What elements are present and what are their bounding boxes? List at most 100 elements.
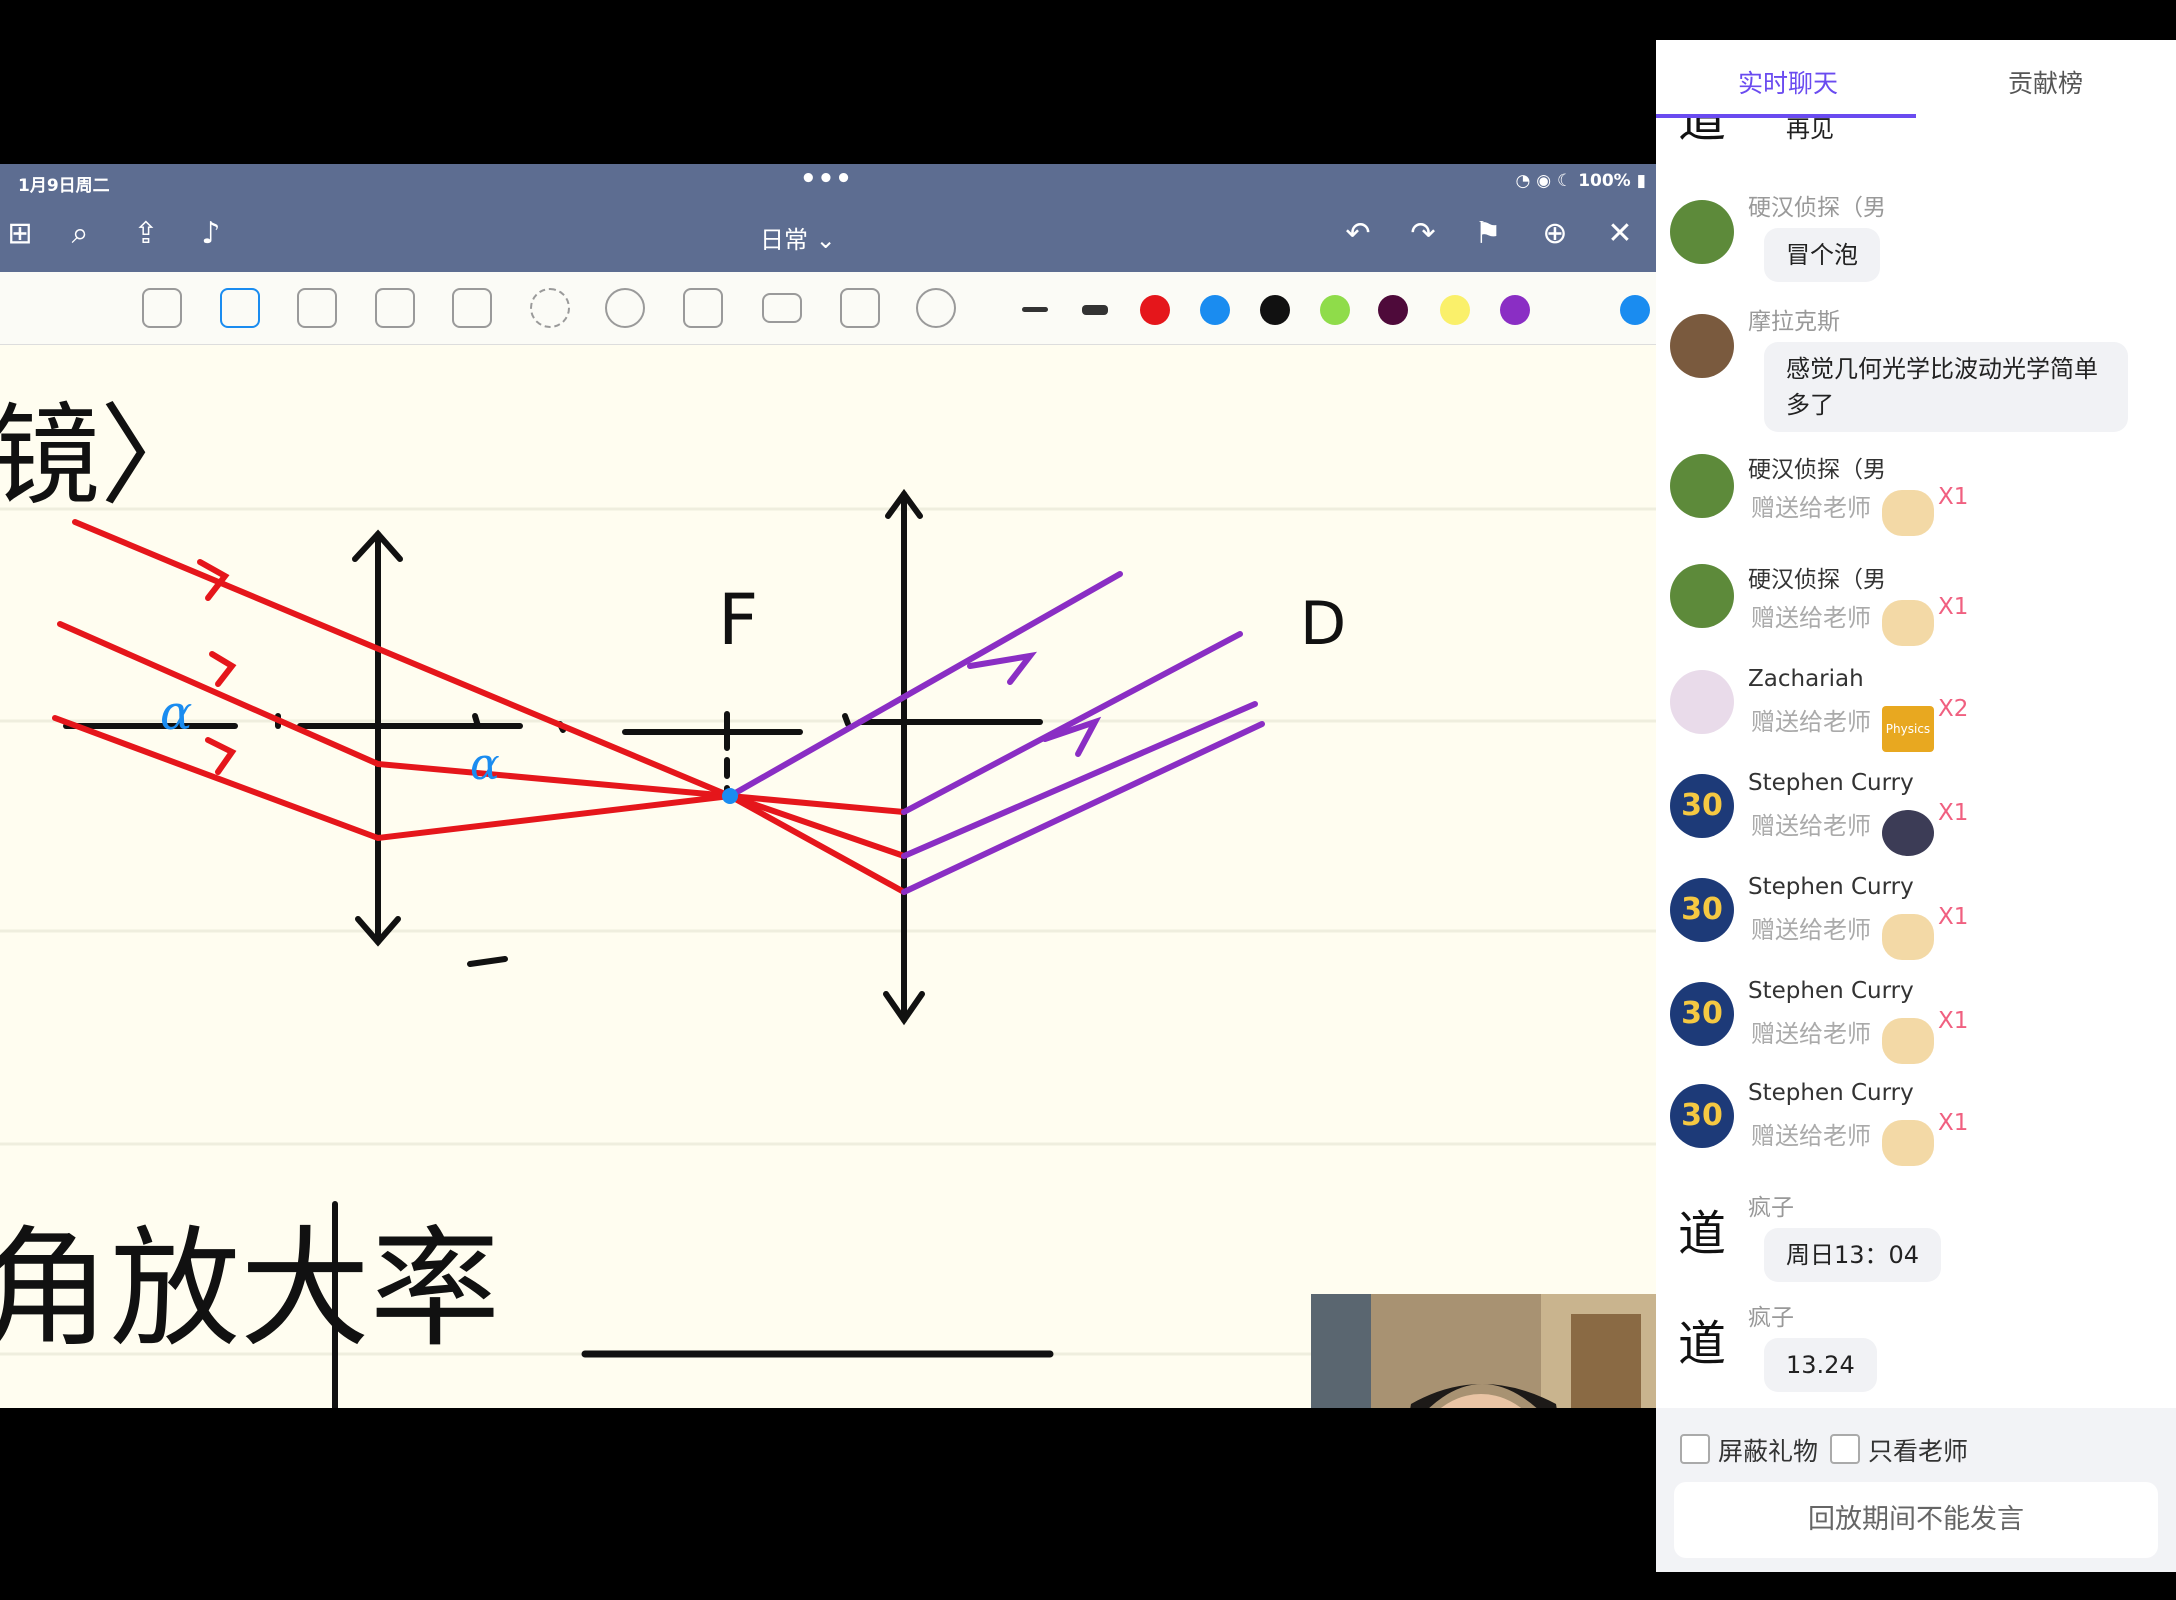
gift-count: X1	[1938, 1110, 1969, 1136]
avatar[interactable]: 道	[1670, 118, 1734, 152]
gift-count: X1	[1938, 484, 1969, 510]
board-heading: 镜〉	[0, 392, 210, 520]
document-title[interactable]: 日常 ⌄	[760, 220, 836, 255]
chat-bottom-strip	[1656, 1572, 2176, 1600]
teacher-only-checkbox[interactable]	[1830, 1434, 1860, 1464]
search-icon[interactable]: ⌕	[62, 216, 98, 252]
tab-live-chat[interactable]: 实时聊天	[1738, 64, 1838, 100]
gift-count: X2	[1938, 696, 1969, 722]
shapes-icon[interactable]	[452, 288, 492, 328]
sticker-icon[interactable]	[605, 288, 645, 328]
label-focus-F: F	[718, 579, 758, 661]
gift-text: 赠送给老师	[1751, 494, 1871, 522]
highlighter-icon[interactable]	[375, 288, 415, 328]
ipad-status-bar: 1月9日周二 ••• ◔ ◉ ☾ 100% ▮	[0, 164, 1656, 198]
microphone-icon[interactable]: ♪	[193, 216, 229, 252]
message-list[interactable]: 道 再见 硬汉侦探（男 冒个泡 摩拉克斯 感觉几何光学比波动光学简单多了 硬汉侦…	[1656, 118, 2176, 1408]
gift-galaxy-icon	[1882, 810, 1934, 856]
avatar[interactable]	[1670, 454, 1734, 518]
avatar[interactable]: 道	[1670, 1202, 1734, 1266]
hide-gifts-checkbox[interactable]	[1680, 1434, 1710, 1464]
avatar[interactable]	[1670, 564, 1734, 628]
sender-name: 硬汉侦探（男	[1748, 567, 1886, 593]
lasso-icon[interactable]	[530, 288, 570, 328]
avatar[interactable]: 30	[1670, 774, 1734, 838]
sender-name: Zachariah	[1748, 666, 1864, 692]
sender-name: Stephen Curry	[1748, 1080, 1914, 1106]
video-area: 1月9日周二 ••• ◔ ◉ ☾ 100% ▮ ⊞ ⌕ ⇪ ♪ 日常 ⌄ ↶ ↷…	[0, 0, 1656, 1600]
tab-leaderboard[interactable]: 贡献榜	[2008, 64, 2083, 100]
add-page-icon[interactable]: ⊕	[1537, 216, 1573, 252]
hide-gifts-label[interactable]: 屏蔽礼物	[1718, 1432, 1818, 1468]
message-bubble: 冒个泡	[1764, 228, 1880, 282]
chat-input-disabled[interactable]: 回放期间不能发言	[1674, 1482, 2158, 1558]
color-swatch[interactable]	[1260, 295, 1290, 325]
wifi-icon: ◔ ◉ ☾	[1515, 171, 1579, 191]
gift-thumbs-up-icon	[1882, 914, 1934, 960]
sender-name: 硬汉侦探（男	[1748, 195, 1886, 221]
bookmark-icon[interactable]: ⚑	[1470, 216, 1506, 252]
teacher-camera	[1311, 1294, 1656, 1408]
whiteboard-canvas: 镜〉 F D α α 角放大率	[0, 392, 1656, 1408]
share-icon[interactable]: ⇪	[128, 216, 164, 252]
battery-percent: 100%	[1578, 171, 1631, 191]
avatar[interactable]: 30	[1670, 982, 1734, 1046]
teacher-only-label[interactable]: 只看老师	[1868, 1432, 1968, 1468]
pen-icon[interactable]	[220, 288, 260, 328]
color-swatch[interactable]	[1320, 295, 1350, 325]
gift-text: 赠送给老师	[1751, 1122, 1871, 1150]
zoom-writing-icon[interactable]	[142, 288, 182, 328]
gift-text: 赠送给老师	[1751, 708, 1871, 736]
message-bubble: 13.24	[1764, 1338, 1877, 1392]
color-swatch[interactable]	[1200, 295, 1230, 325]
avatar[interactable]: 30	[1670, 878, 1734, 942]
angle-alpha-2: α	[470, 739, 500, 790]
focal-point-marker	[722, 788, 738, 804]
color-swatch[interactable]	[1440, 295, 1470, 325]
eraser-icon[interactable]	[297, 288, 337, 328]
sender-name: 疯子	[1748, 1305, 1794, 1331]
pen-toolbar	[0, 272, 1656, 345]
avatar[interactable]: 30	[1670, 1084, 1734, 1148]
sender-name: Stephen Curry	[1748, 770, 1914, 796]
undo-icon[interactable]: ↶	[1340, 216, 1376, 252]
laser-pointer-icon[interactable]	[916, 288, 956, 328]
gift-text: 赠送给老师	[1751, 604, 1871, 632]
chat-footer: 屏蔽礼物 只看老师 回放期间不能发言	[1656, 1408, 2176, 1572]
color-swatch[interactable]	[1620, 295, 1650, 325]
notes-toolbar: ⊞ ⌕ ⇪ ♪ 日常 ⌄ ↶ ↷ ⚑ ⊕ ✕	[0, 198, 1656, 272]
status-date: 1月9日周二	[18, 176, 110, 196]
battery-icon: ▮	[1636, 171, 1646, 191]
color-swatch[interactable]	[1140, 295, 1170, 325]
gift-text: 赠送给老师	[1751, 1020, 1871, 1048]
gift-count: X1	[1938, 594, 1969, 620]
status-dots: •••	[800, 164, 853, 194]
avatar[interactable]	[1670, 314, 1734, 378]
thick-stroke-option[interactable]	[1082, 305, 1108, 315]
gift-thumbs-up-icon	[1882, 1018, 1934, 1064]
message-bubble: 感觉几何光学比波动光学简单多了	[1764, 342, 2128, 432]
status-battery: ◔ ◉ ☾ 100% ▮	[1516, 171, 1646, 191]
message-bubble: 周日13：04	[1764, 1228, 1942, 1282]
avatar[interactable]: 道	[1670, 1312, 1734, 1376]
keyboard-icon[interactable]	[762, 293, 802, 323]
board-bottom-text: 角放大率	[0, 1213, 500, 1365]
gift-text: 赠送给老师	[1751, 812, 1871, 840]
grid-icon[interactable]: ⊞	[2, 216, 38, 252]
label-D: D	[1300, 589, 1346, 659]
color-swatch[interactable]	[1500, 295, 1530, 325]
angle-alpha-1: α	[160, 685, 192, 741]
image-icon[interactable]	[683, 288, 723, 328]
gift-count: X1	[1938, 800, 1969, 826]
thin-stroke-option[interactable]	[1022, 307, 1048, 312]
close-icon[interactable]: ✕	[1602, 216, 1638, 252]
color-swatch[interactable]	[1378, 295, 1408, 325]
sender-name: Stephen Curry	[1748, 978, 1914, 1004]
text-tool-icon[interactable]	[840, 288, 880, 328]
avatar[interactable]	[1670, 200, 1734, 264]
redo-icon[interactable]: ↷	[1405, 216, 1441, 252]
gift-hand-icon	[1882, 490, 1934, 536]
sender-name: 疯子	[1748, 1195, 1794, 1221]
avatar[interactable]	[1670, 670, 1734, 734]
sender-name: 摩拉克斯	[1748, 309, 1840, 335]
